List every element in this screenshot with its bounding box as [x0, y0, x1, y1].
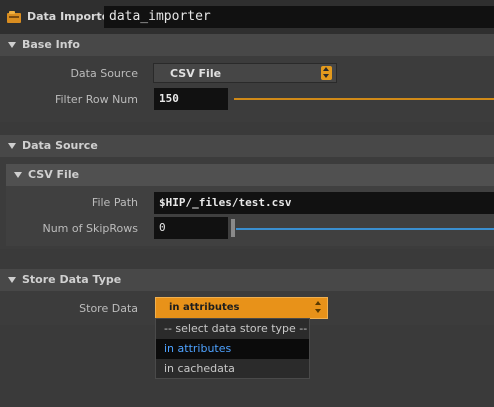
collapse-triangle-icon[interactable]: [8, 277, 16, 283]
menu-arrows-icon: [313, 301, 323, 315]
filter-row-num-slider[interactable]: [234, 98, 494, 100]
skip-rows-slider-handle[interactable]: [231, 219, 235, 237]
store-data-menu[interactable]: in attributes: [155, 297, 328, 319]
file-path-label: File Path: [91, 196, 138, 209]
node-name-field[interactable]: data_importer: [104, 6, 494, 28]
store-data-options-list: -- select data store type -- in attribut…: [155, 318, 310, 379]
collapse-triangle-icon[interactable]: [14, 172, 22, 178]
folder-title: CSV File: [28, 168, 80, 181]
collapse-triangle-icon[interactable]: [8, 42, 16, 48]
section-title: Data Source: [22, 139, 98, 152]
section-data-source[interactable]: Data Source: [0, 135, 494, 157]
collapse-triangle-icon[interactable]: [8, 143, 16, 149]
store-data-option-highlighted[interactable]: in attributes: [156, 339, 309, 359]
file-path-field[interactable]: $HIP/_files/test.csv: [154, 192, 494, 214]
store-data-option[interactable]: in cachedata: [156, 359, 309, 379]
section-store-data-type[interactable]: Store Data Type: [0, 269, 494, 291]
store-data-value: in attributes: [169, 302, 240, 313]
skip-rows-slider[interactable]: [236, 228, 494, 230]
skip-rows-label: Num of SkipRows: [42, 222, 138, 235]
data-source-value: CSV File: [170, 67, 222, 80]
node-type-icon[interactable]: [7, 11, 21, 23]
skip-rows-field[interactable]: 0: [154, 217, 228, 239]
section-base-info[interactable]: Base Info: [0, 34, 494, 56]
section-title: Store Data Type: [22, 273, 122, 286]
filter-row-num-field[interactable]: 150: [154, 88, 228, 110]
data-source-menu[interactable]: CSV File: [153, 63, 337, 83]
data-source-label: Data Source: [70, 67, 138, 80]
filter-row-num-label: Filter Row Num: [54, 93, 138, 106]
store-data-label: Store Data: [79, 302, 138, 315]
store-data-option[interactable]: -- select data store type --: [156, 319, 309, 339]
node-type-label: Data Importer: [27, 10, 115, 23]
menu-arrows-icon: [321, 66, 332, 80]
folder-csv-file[interactable]: CSV File: [6, 164, 494, 186]
section-title: Base Info: [22, 38, 80, 51]
